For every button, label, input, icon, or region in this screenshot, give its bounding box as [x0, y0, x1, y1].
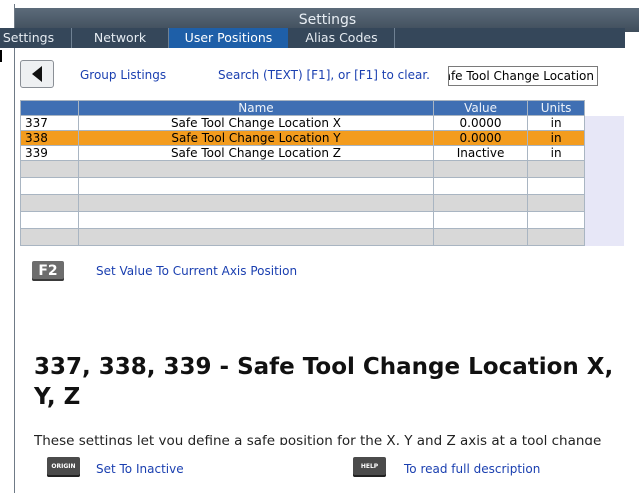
- col-header-name: Name: [77, 100, 435, 116]
- row-spacer: [584, 130, 624, 146]
- col-header-value: Value: [433, 100, 528, 116]
- tab-bar: Settings Network User Positions Alias Co…: [0, 28, 625, 48]
- help-key-icon[interactable]: HELP: [353, 457, 386, 477]
- origin-key-icon[interactable]: ORIGIN: [47, 457, 80, 477]
- table-row[interactable]: 337 Safe Tool Change Location X 0.0000 i…: [20, 115, 624, 131]
- help-action-label[interactable]: To read full description: [404, 462, 540, 476]
- row-value: 0.0000: [433, 130, 528, 146]
- table-row-selected[interactable]: 338 Safe Tool Change Location Y 0.0000 i…: [20, 130, 624, 146]
- col-header-spacer: [584, 100, 624, 116]
- tab-alias-codes[interactable]: Alias Codes: [289, 28, 395, 48]
- search-hint: Search (TEXT) [F1], or [F1] to clear.: [218, 68, 430, 82]
- row-spacer: [584, 115, 624, 131]
- row-value: 0.0000: [433, 115, 528, 131]
- search-input[interactable]: Safe Tool Change Location: [448, 66, 598, 86]
- table-row-empty: [20, 228, 624, 246]
- tab-network[interactable]: Network: [72, 28, 169, 48]
- f2-key-icon[interactable]: F2: [32, 261, 64, 281]
- settings-table: Name Value Units 337 Safe Tool Change Lo…: [20, 100, 624, 246]
- row-number: 338: [20, 130, 79, 146]
- origin-action-label[interactable]: Set To Inactive: [96, 462, 184, 476]
- row-spacer: [584, 145, 624, 161]
- row-name: Safe Tool Change Location Z: [77, 145, 435, 161]
- row-number: 337: [20, 115, 79, 131]
- row-number: 339: [20, 145, 79, 161]
- col-header-number: [20, 100, 79, 116]
- row-name: Safe Tool Change Location X: [77, 115, 435, 131]
- window-edge: [0, 50, 2, 62]
- col-header-units: Units: [526, 100, 586, 116]
- table-row-empty: [20, 160, 624, 178]
- row-units: in: [526, 130, 586, 146]
- row-units: in: [526, 115, 586, 131]
- group-listings-link[interactable]: Group Listings: [80, 68, 166, 82]
- f2-action-label[interactable]: Set Value To Current Axis Position: [96, 264, 297, 278]
- table-row-empty: [20, 211, 624, 229]
- table-row[interactable]: 339 Safe Tool Change Location Z Inactive…: [20, 145, 624, 161]
- arrow-left-icon: [32, 66, 42, 82]
- row-name: Safe Tool Change Location Y: [77, 130, 435, 146]
- row-units: in: [526, 145, 586, 161]
- tab-settings[interactable]: Settings: [0, 28, 72, 48]
- setting-heading: 337, 338, 339 - Safe Tool Change Locatio…: [34, 354, 614, 410]
- row-value: Inactive: [433, 145, 528, 161]
- tab-user-positions[interactable]: User Positions: [169, 28, 288, 48]
- back-button[interactable]: [20, 60, 54, 88]
- table-row-empty: [20, 194, 624, 212]
- setting-description: These settings let you define a safe pos…: [34, 433, 602, 445]
- table-row-empty: [20, 177, 624, 195]
